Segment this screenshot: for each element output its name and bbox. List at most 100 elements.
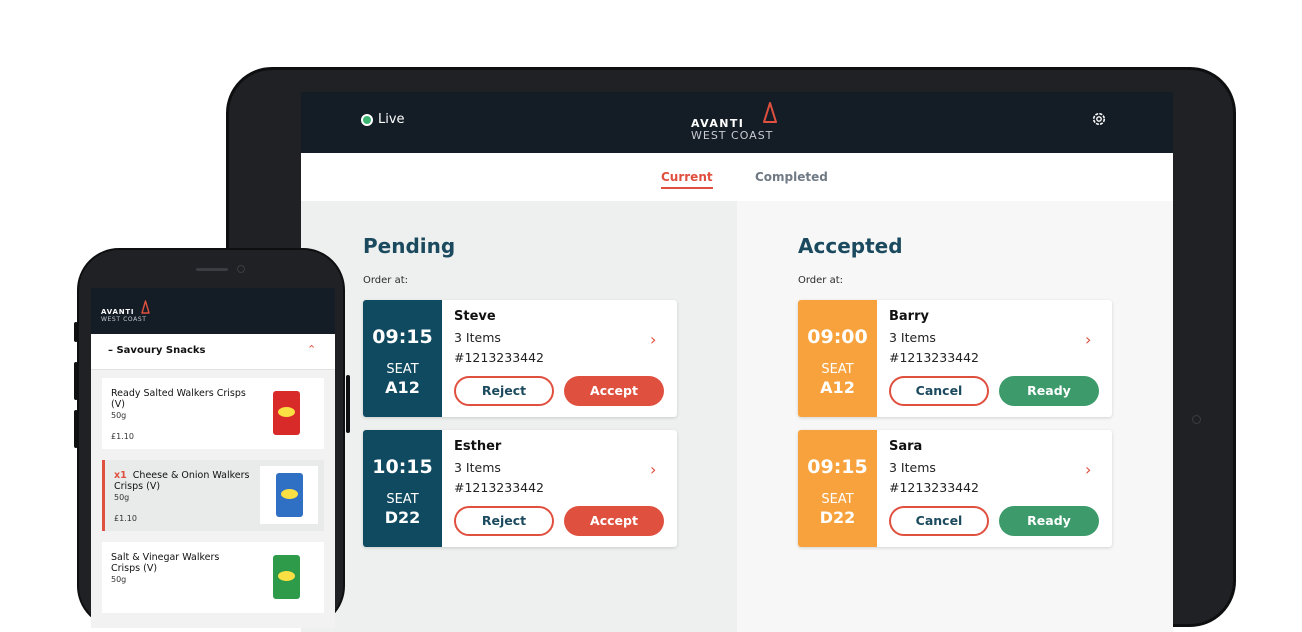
ready-button[interactable]: Ready xyxy=(999,376,1099,406)
order-reference: #1213233442 xyxy=(454,350,545,365)
tablet-header: Live AVANTI WEST COAST xyxy=(301,92,1173,153)
tablet-camera xyxy=(1192,415,1201,424)
phone-mute-switch xyxy=(74,322,78,342)
live-dot-icon xyxy=(361,113,373,126)
avanti-sail-icon xyxy=(763,102,777,123)
seat-number: A12 xyxy=(820,378,855,397)
order-time-panel: 09:15 SEAT D22 xyxy=(798,430,877,547)
product-weight: 50g xyxy=(111,411,127,420)
tab-completed[interactable]: Completed xyxy=(755,170,828,184)
chevron-right-icon[interactable]: › xyxy=(650,460,656,479)
avanti-sail-icon xyxy=(141,300,150,314)
accepted-column: Accepted Order at: 09:00 SEAT A12 Barry … xyxy=(737,201,1173,632)
order-time-panel: 09:00 SEAT A12 xyxy=(798,300,877,417)
pack-label xyxy=(278,571,295,581)
product-name-text: Salt & Vinegar Walkers Crisps (V) xyxy=(111,552,220,574)
product-name: x1 Cheese & Onion Walkers Crisps (V) xyxy=(114,470,254,492)
item-count: 3 Items xyxy=(889,460,936,475)
seat-number: D22 xyxy=(384,508,421,527)
item-count: 3 Items xyxy=(889,330,936,345)
product-name-text: Cheese & Onion Walkers Crisps (V) xyxy=(114,470,250,492)
pending-order-card[interactable]: 10:15 SEAT D22 Esther 3 Items #121323344… xyxy=(363,430,677,547)
order-reference: #1213233442 xyxy=(889,480,980,495)
product-name: Ready Salted Walkers Crisps (V) xyxy=(111,388,251,410)
product-weight: 50g xyxy=(114,493,130,502)
customer-name: Sara xyxy=(889,439,923,454)
pack-label xyxy=(281,489,298,499)
order-time-panel: 09:15 SEAT A12 xyxy=(363,300,442,417)
product-item[interactable]: x1 Cheese & Onion Walkers Crisps (V) 50g… xyxy=(102,460,324,531)
tablet-device: Live AVANTI WEST COAST Current Completed… xyxy=(226,67,1236,632)
brand-name: AVANTI xyxy=(101,308,135,316)
order-time: 09:15 xyxy=(372,326,433,348)
pending-order-at-label: Order at: xyxy=(363,275,409,286)
product-price: £1.10 xyxy=(111,432,134,441)
seat-label: SEAT xyxy=(821,492,854,507)
product-item[interactable]: Salt & Vinegar Walkers Crisps (V) 50g xyxy=(102,542,324,613)
phone-device: AVANTI WEST COAST – Savoury Snacks ⌃ Rea… xyxy=(74,248,350,628)
accept-button[interactable]: Accept xyxy=(564,506,664,536)
order-reference: #1213233442 xyxy=(889,350,980,365)
seat-number: A12 xyxy=(385,378,420,397)
seat-label: SEAT xyxy=(386,492,419,507)
seat-label: SEAT xyxy=(386,362,419,377)
chevron-right-icon[interactable]: › xyxy=(650,330,656,349)
product-item[interactable]: Ready Salted Walkers Crisps (V) 50g £1.1… xyxy=(102,378,324,449)
customer-name: Esther xyxy=(454,439,502,454)
order-reference: #1213233442 xyxy=(454,480,545,495)
product-name-text: Ready Salted Walkers Crisps (V) xyxy=(111,388,246,410)
cancel-button[interactable]: Cancel xyxy=(889,376,989,406)
product-image xyxy=(260,466,318,524)
order-time-panel: 10:15 SEAT D22 xyxy=(363,430,442,547)
brand-subtitle: WEST COAST xyxy=(101,316,147,323)
reject-button[interactable]: Reject xyxy=(454,506,554,536)
product-weight: 50g xyxy=(111,575,127,584)
order-time: 09:00 xyxy=(807,326,868,348)
accepted-order-card[interactable]: 09:00 SEAT A12 Barry 3 Items #1213233442… xyxy=(798,300,1112,417)
phone-volume-down xyxy=(74,410,78,448)
item-count: 3 Items xyxy=(454,330,501,345)
ready-button[interactable]: Ready xyxy=(999,506,1099,536)
product-name: Salt & Vinegar Walkers Crisps (V) xyxy=(111,552,251,574)
pending-order-card[interactable]: 09:15 SEAT A12 Steve 3 Items #1213233442… xyxy=(363,300,677,417)
seat-number: D22 xyxy=(819,508,856,527)
reject-button[interactable]: Reject xyxy=(454,376,554,406)
phone-power-button xyxy=(346,375,350,433)
product-quantity: x1 xyxy=(114,470,127,481)
chevron-right-icon[interactable]: › xyxy=(1085,330,1091,349)
customer-name: Barry xyxy=(889,309,929,324)
product-image xyxy=(257,548,315,606)
accepted-order-at-label: Order at: xyxy=(798,275,844,286)
crisp-pack-icon xyxy=(276,473,303,517)
crisp-pack-icon xyxy=(273,391,300,435)
product-image xyxy=(257,384,315,442)
item-count: 3 Items xyxy=(454,460,501,475)
accepted-title: Accepted xyxy=(798,234,903,258)
category-header[interactable]: – Savoury Snacks ⌃ xyxy=(91,334,335,370)
product-price: £1.10 xyxy=(114,514,137,523)
brand-subtitle: WEST COAST xyxy=(691,129,774,142)
accept-button[interactable]: Accept xyxy=(564,376,664,406)
crisp-pack-icon xyxy=(273,555,300,599)
phone-header: AVANTI WEST COAST xyxy=(91,288,335,334)
product-list: Ready Salted Walkers Crisps (V) 50g £1.1… xyxy=(91,370,335,628)
cancel-button[interactable]: Cancel xyxy=(889,506,989,536)
chevron-right-icon[interactable]: › xyxy=(1085,460,1091,479)
live-status-label: Live xyxy=(378,112,405,127)
seat-label: SEAT xyxy=(821,362,854,377)
order-tabs: Current Completed xyxy=(301,153,1173,201)
brand-logo: AVANTI WEST COAST xyxy=(691,102,786,144)
chevron-up-icon[interactable]: ⌃ xyxy=(307,343,316,356)
order-time: 10:15 xyxy=(372,456,433,478)
phone-camera xyxy=(237,265,245,273)
gear-icon[interactable] xyxy=(1091,111,1107,127)
tab-current[interactable]: Current xyxy=(661,170,713,189)
accepted-order-card[interactable]: 09:15 SEAT D22 Sara 3 Items #1213233442 … xyxy=(798,430,1112,547)
customer-name: Steve xyxy=(454,309,496,324)
live-status: Live xyxy=(361,112,405,127)
tablet-screen: Live AVANTI WEST COAST Current Completed… xyxy=(301,92,1173,632)
pending-title: Pending xyxy=(363,234,456,258)
category-title: – Savoury Snacks xyxy=(108,345,206,356)
order-time: 09:15 xyxy=(807,456,868,478)
pack-label xyxy=(278,407,295,417)
